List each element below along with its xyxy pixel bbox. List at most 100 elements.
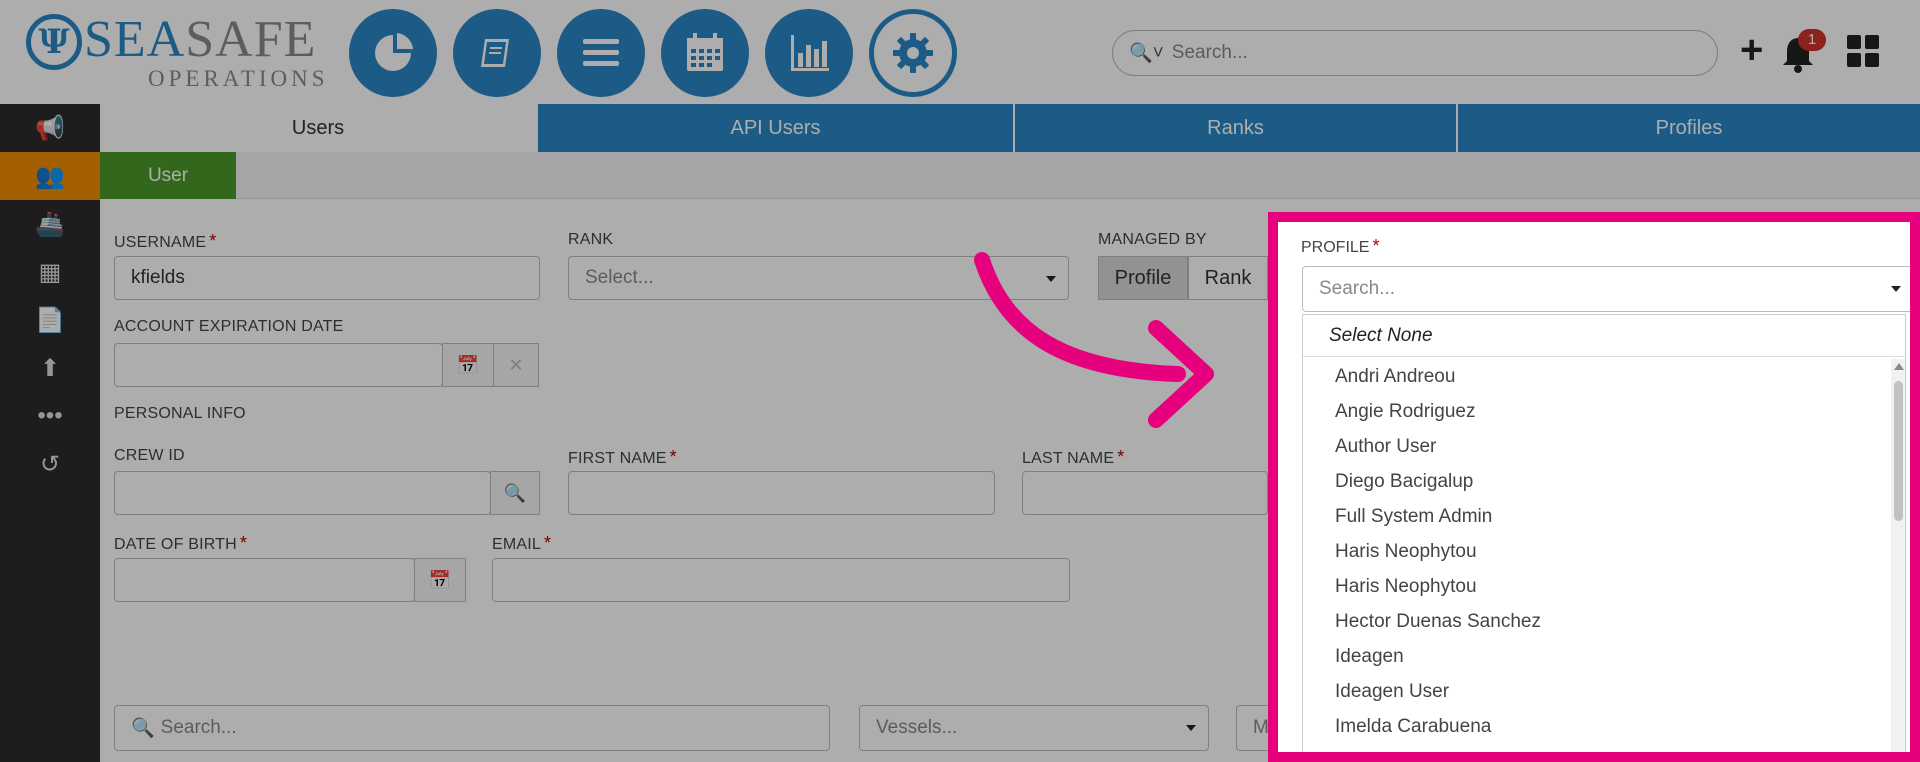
users-icon[interactable]: 👥	[0, 152, 100, 200]
callout-arrow	[974, 252, 1214, 428]
apps-grid-icon[interactable]	[1847, 35, 1879, 67]
subtab-bar	[236, 152, 1920, 199]
list-item[interactable]: Jonathan Flores	[1303, 744, 1893, 753]
add-icon[interactable]: +	[1740, 30, 1763, 70]
list-item[interactable]: Full System Admin	[1303, 499, 1893, 534]
profile-search-input[interactable]: Search...	[1302, 266, 1910, 312]
email-label: EMAIL *	[492, 533, 551, 554]
tab-profiles[interactable]: Profiles	[1458, 104, 1920, 152]
first-name-input[interactable]	[568, 471, 995, 515]
trident-icon: Ψ	[26, 14, 82, 70]
logo-wordmark: SEASAFE	[84, 12, 316, 68]
vessels-filter-select[interactable]: Vessels...	[859, 705, 1209, 751]
managed-by-label: MANAGED BY	[1098, 231, 1207, 248]
chevron-down-icon	[1186, 725, 1196, 731]
required-mark: *	[1372, 236, 1380, 256]
vessels-placeholder: Vessels...	[876, 717, 958, 738]
date-of-birth-input[interactable]	[114, 558, 415, 602]
list-item[interactable]: Hector Duenas Sanchez	[1303, 604, 1893, 639]
select-none-option[interactable]: Select None	[1303, 315, 1905, 357]
chevron-down-icon	[1891, 286, 1901, 292]
upload-icon[interactable]: ⬆	[0, 344, 100, 392]
logo-safe: SAFE	[185, 11, 317, 68]
tab-api-users[interactable]: API Users	[538, 104, 1015, 152]
calendar-icon[interactable]: 📅	[414, 558, 466, 602]
tab-users[interactable]: Users	[100, 104, 538, 152]
email-label-text: EMAIL	[492, 536, 542, 553]
list-item[interactable]: Imelda Carabuena	[1303, 709, 1893, 744]
search-icon: 🔍	[131, 718, 155, 739]
history-icon[interactable]: ↺	[0, 440, 100, 488]
gear-icon	[893, 33, 933, 73]
expiration-label: ACCOUNT EXPIRATION DATE	[114, 318, 344, 335]
profile-label-text: PROFILE	[1301, 239, 1370, 256]
settings-module-button[interactable]	[869, 9, 957, 97]
search-dropdown-icon[interactable]: 🔍˅	[1129, 41, 1164, 65]
list-item[interactable]: Haris Neophytou	[1303, 534, 1893, 569]
app-root: Ψ SEASAFE OPERATIONS 🔍˅ Search... + 1 📢 …	[0, 0, 1920, 762]
dropdown-scrollbar[interactable]	[1891, 359, 1905, 752]
list-icon	[583, 39, 619, 66]
required-mark: *	[669, 447, 677, 467]
list-item[interactable]: Ideagen User	[1303, 674, 1893, 709]
global-search-input[interactable]: 🔍˅ Search...	[1112, 30, 1718, 76]
profile-placeholder: Search...	[1319, 278, 1396, 299]
notification-badge: 1	[1798, 29, 1826, 51]
profile-highlight-panel: PROFILE * Search... Select None Andri And…	[1268, 212, 1920, 762]
first-name-label: FIRST NAME *	[568, 447, 677, 468]
profile-options-list: Andri Andreou Angie Rodriguez Author Use…	[1303, 359, 1893, 753]
search-icon[interactable]: 🔍	[490, 471, 540, 515]
list-item[interactable]: Angie Rodriguez	[1303, 394, 1893, 429]
scroll-up-icon[interactable]	[1894, 363, 1904, 370]
users-search-placeholder: Search...	[160, 717, 237, 738]
ship-icon[interactable]: 🚢	[0, 200, 100, 248]
first-name-label-text: FIRST NAME	[568, 450, 667, 467]
seasafe-logo[interactable]: Ψ SEASAFE OPERATIONS	[24, 12, 325, 91]
last-name-label: LAST NAME *	[1022, 447, 1124, 468]
required-mark: *	[544, 533, 552, 553]
dob-label-text: DATE OF BIRTH	[114, 536, 237, 553]
megaphone-icon[interactable]: 📢	[0, 104, 100, 152]
list-item[interactable]: Ideagen	[1303, 639, 1893, 674]
calendar-icon[interactable]: 📅	[442, 343, 494, 387]
personal-info-heading: PERSONAL INFO	[114, 405, 246, 422]
global-search-placeholder: Search...	[1171, 42, 1248, 63]
expiration-date-input[interactable]	[114, 343, 443, 387]
pie-chart-icon	[375, 33, 413, 71]
calendar-icon	[687, 33, 723, 71]
list-item[interactable]: Author User	[1303, 429, 1893, 464]
last-name-input[interactable]	[1022, 471, 1268, 515]
list-item[interactable]: Haris Neophytou	[1303, 569, 1893, 604]
book-icon	[481, 39, 509, 67]
username-label-text: USERNAME	[114, 234, 207, 251]
username-input[interactable]: kfields	[114, 256, 540, 300]
logo-subtitle: OPERATIONS	[148, 66, 329, 91]
more-icon[interactable]: •••	[0, 392, 100, 440]
library-module-button[interactable]	[453, 9, 541, 97]
cubes-icon[interactable]: ▦	[0, 248, 100, 296]
subtab-user[interactable]: User	[100, 152, 236, 199]
list-item[interactable]: Andri Andreou	[1303, 359, 1893, 394]
tab-ranks[interactable]: Ranks	[1015, 104, 1458, 152]
profile-dropdown: Select None Andri Andreou Angie Rodrigue…	[1302, 314, 1906, 753]
calendar-module-button[interactable]	[661, 9, 749, 97]
reports-module-button[interactable]	[765, 9, 853, 97]
side-rail: 📢 👥 🚢 ▦ 📄 ⬆ ••• ↺	[0, 104, 100, 762]
dashboard-module-button[interactable]	[349, 9, 437, 97]
scrollbar-thumb[interactable]	[1894, 381, 1903, 521]
email-input[interactable]	[492, 558, 1070, 602]
list-item[interactable]: Diego Bacigalup	[1303, 464, 1893, 499]
bar-chart-icon	[791, 35, 829, 71]
list-module-button[interactable]	[557, 9, 645, 97]
top-bar: Ψ SEASAFE OPERATIONS 🔍˅ Search... + 1	[0, 0, 1920, 104]
required-mark: *	[239, 533, 248, 553]
crew-id-input[interactable]	[114, 471, 491, 515]
logo-sea: SEA	[84, 11, 186, 68]
users-search-input[interactable]: 🔍 Search...	[114, 705, 830, 751]
document-icon[interactable]: 📄	[0, 296, 100, 344]
clear-date-icon[interactable]: ✕	[493, 343, 539, 387]
username-label: USERNAME *	[114, 231, 217, 252]
crew-id-label: CREW ID	[114, 447, 185, 464]
profile-label: PROFILE *	[1301, 236, 1379, 257]
rank-placeholder: Select...	[585, 267, 654, 288]
